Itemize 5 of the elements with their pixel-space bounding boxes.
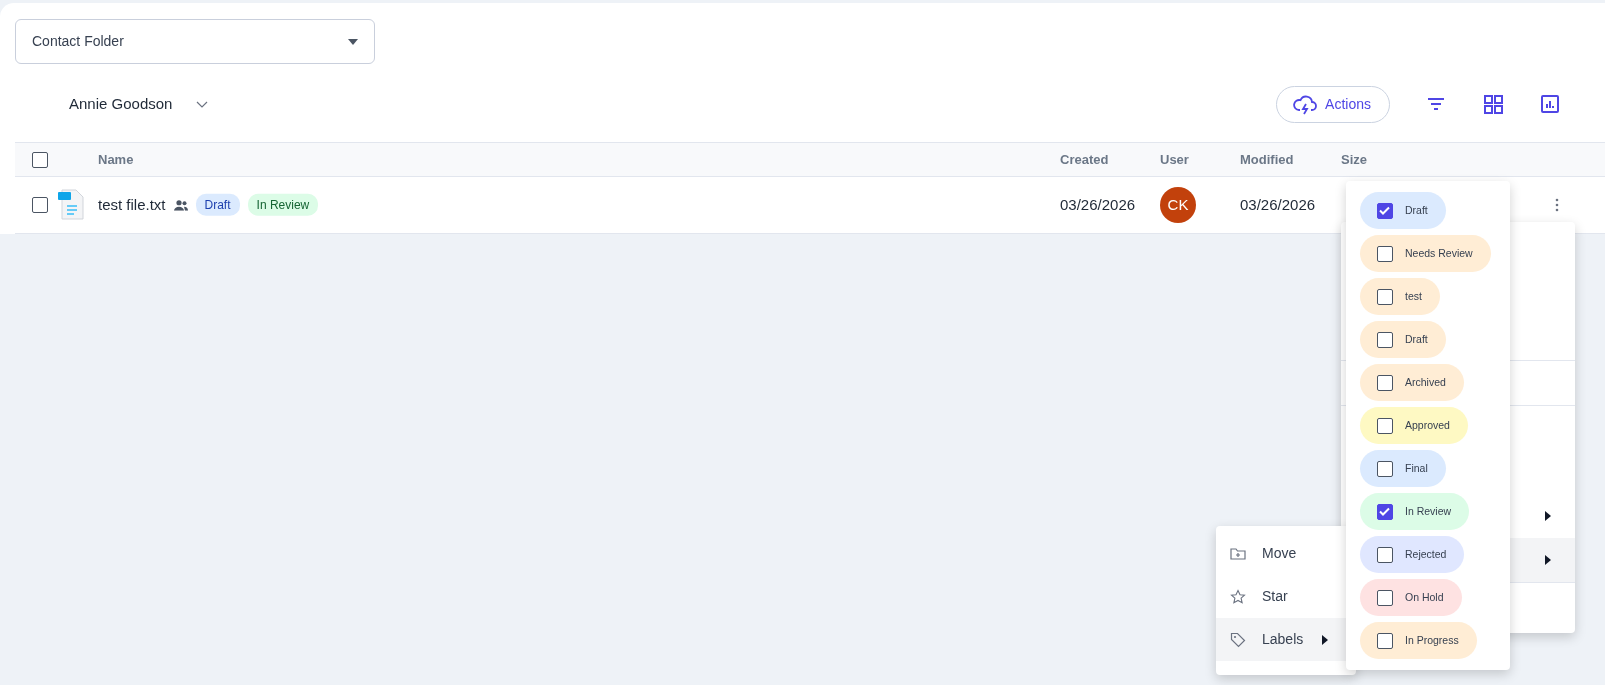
label-tag: Draft [195,194,240,216]
label-tag: In Review [247,194,319,216]
table-cell-text: 03/26/2026 [1060,194,1136,215]
table-cell-text: 03/26/2026 [1240,194,1316,215]
avatar: CK [1160,187,1196,223]
